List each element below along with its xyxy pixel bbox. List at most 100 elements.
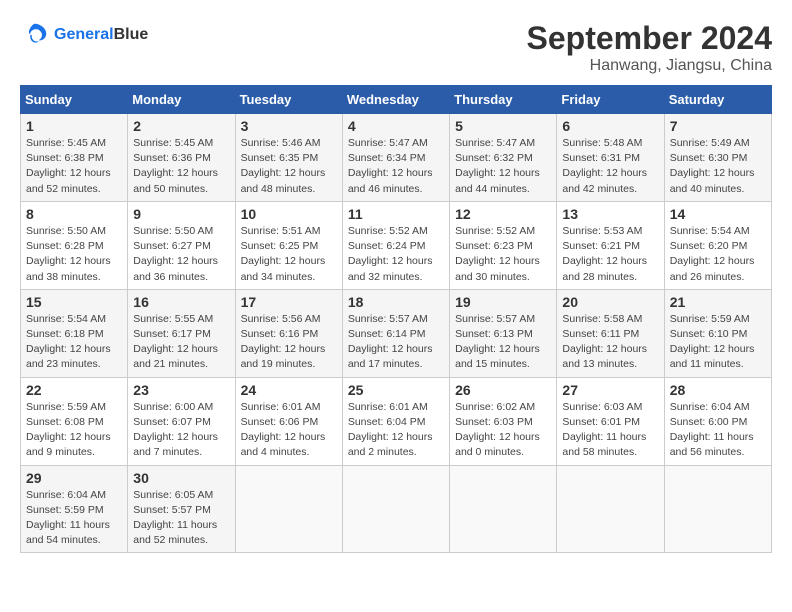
day-info: Sunrise: 5:56 AMSunset: 6:16 PMDaylight:… (241, 312, 337, 373)
day-number: 29 (26, 470, 122, 486)
calendar-cell: 22 Sunrise: 5:59 AMSunset: 6:08 PMDayligh… (21, 377, 128, 465)
calendar-cell: 29Sunrise: 6:04 AMSunset: 5:59 PMDayligh… (21, 465, 128, 553)
day-info: Sunrise: 6:04 AMSunset: 6:00 PMDaylight:… (670, 400, 766, 461)
header-thursday: Thursday (450, 86, 557, 114)
day-number: 30 (133, 470, 229, 486)
day-number: 10 (241, 206, 337, 222)
day-info: Sunrise: 5:54 AMSunset: 6:20 PMDaylight:… (670, 224, 766, 285)
day-number: 6 (562, 118, 658, 134)
day-info: Sunrise: 5:50 AMSunset: 6:28 PMDaylight:… (26, 224, 122, 285)
day-number: 2 (133, 118, 229, 134)
day-info: Sunrise: 5:47 AMSunset: 6:32 PMDaylight:… (455, 136, 551, 197)
day-number: 13 (562, 206, 658, 222)
header-tuesday: Tuesday (235, 86, 342, 114)
day-number: 16 (133, 294, 229, 310)
calendar-cell: 10Sunrise: 5:51 AMSunset: 6:25 PMDayligh… (235, 201, 342, 289)
day-number: 23 (133, 382, 229, 398)
calendar-cell: 4 Sunrise: 5:47 AMSunset: 6:34 PMDaylight… (342, 114, 449, 202)
day-number: 22 (26, 382, 122, 398)
calendar-week-2: 8 Sunrise: 5:50 AMSunset: 6:28 PMDaylight… (21, 201, 772, 289)
day-info: Sunrise: 5:46 AMSunset: 6:35 PMDaylight:… (241, 136, 337, 197)
calendar-cell: 11Sunrise: 5:52 AMSunset: 6:24 PMDayligh… (342, 201, 449, 289)
header-wednesday: Wednesday (342, 86, 449, 114)
title-block: September 2024 Hanwang, Jiangsu, China (527, 20, 772, 75)
calendar-cell (557, 465, 664, 553)
day-info: Sunrise: 5:55 AMSunset: 6:17 PMDaylight:… (133, 312, 229, 373)
day-number: 15 (26, 294, 122, 310)
day-number: 14 (670, 206, 766, 222)
day-number: 9 (133, 206, 229, 222)
day-number: 26 (455, 382, 551, 398)
calendar-cell: 24 Sunrise: 6:01 AMSunset: 6:06 PMDayligh… (235, 377, 342, 465)
calendar-cell: 19 Sunrise: 5:57 AMSunset: 6:13 PMDayligh… (450, 289, 557, 377)
day-number: 27 (562, 382, 658, 398)
day-number: 28 (670, 382, 766, 398)
calendar-cell: 6 Sunrise: 5:48 AMSunset: 6:31 PMDaylight… (557, 114, 664, 202)
calendar-cell: 12 Sunrise: 5:52 AMSunset: 6:23 PMDayligh… (450, 201, 557, 289)
calendar-cell: 9Sunrise: 5:50 AMSunset: 6:27 PMDaylight… (128, 201, 235, 289)
calendar-cell: 21 Sunrise: 5:59 AMSunset: 6:10 PMDayligh… (664, 289, 771, 377)
day-info: Sunrise: 5:49 AMSunset: 6:30 PMDaylight:… (670, 136, 766, 197)
calendar-week-3: 15 Sunrise: 5:54 AMSunset: 6:18 PMDayligh… (21, 289, 772, 377)
logo-icon (20, 20, 50, 50)
day-info: Sunrise: 5:52 AMSunset: 6:24 PMDaylight:… (348, 224, 444, 285)
day-number: 5 (455, 118, 551, 134)
calendar-table: SundayMondayTuesdayWednesdayThursdayFrid… (20, 85, 772, 553)
day-number: 20 (562, 294, 658, 310)
logo: GeneralBlue (20, 20, 148, 50)
day-number: 8 (26, 206, 122, 222)
day-info: Sunrise: 5:48 AMSunset: 6:31 PMDaylight:… (562, 136, 658, 197)
day-number: 19 (455, 294, 551, 310)
day-number: 21 (670, 294, 766, 310)
day-info: Sunrise: 5:45 AMSunset: 6:36 PMDaylight:… (133, 136, 229, 197)
calendar-cell: 26 Sunrise: 6:02 AMSunset: 6:03 PMDayligh… (450, 377, 557, 465)
day-info: Sunrise: 5:59 AMSunset: 6:10 PMDaylight:… (670, 312, 766, 373)
calendar-cell (450, 465, 557, 553)
calendar-cell: 30 Sunrise: 6:05 AMSunset: 5:57 PMDayligh… (128, 465, 235, 553)
day-info: Sunrise: 5:59 AMSunset: 6:08 PMDaylight:… (26, 400, 122, 461)
day-info: Sunrise: 6:02 AMSunset: 6:03 PMDaylight:… (455, 400, 551, 461)
day-number: 17 (241, 294, 337, 310)
header-sunday: Sunday (21, 86, 128, 114)
calendar-week-4: 22 Sunrise: 5:59 AMSunset: 6:08 PMDayligh… (21, 377, 772, 465)
day-info: Sunrise: 5:47 AMSunset: 6:34 PMDaylight:… (348, 136, 444, 197)
calendar-cell: 25Sunrise: 6:01 AMSunset: 6:04 PMDayligh… (342, 377, 449, 465)
day-number: 7 (670, 118, 766, 134)
day-number: 12 (455, 206, 551, 222)
day-info: Sunrise: 5:58 AMSunset: 6:11 PMDaylight:… (562, 312, 658, 373)
calendar-cell (235, 465, 342, 553)
calendar-cell: 16 Sunrise: 5:55 AMSunset: 6:17 PMDayligh… (128, 289, 235, 377)
calendar-cell: 17 Sunrise: 5:56 AMSunset: 6:16 PMDayligh… (235, 289, 342, 377)
page-header: GeneralBlue September 2024 Hanwang, Jian… (20, 20, 772, 75)
month-title: September 2024 (527, 20, 772, 57)
calendar-cell (664, 465, 771, 553)
calendar-cell: 2 Sunrise: 5:45 AMSunset: 6:36 PMDaylight… (128, 114, 235, 202)
calendar-week-1: 1Sunrise: 5:45 AMSunset: 6:38 PMDaylight… (21, 114, 772, 202)
calendar-cell: 14 Sunrise: 5:54 AMSunset: 6:20 PMDayligh… (664, 201, 771, 289)
calendar-cell: 7 Sunrise: 5:49 AMSunset: 6:30 PMDaylight… (664, 114, 771, 202)
header-saturday: Saturday (664, 86, 771, 114)
day-number: 24 (241, 382, 337, 398)
day-number: 4 (348, 118, 444, 134)
day-info: Sunrise: 5:57 AMSunset: 6:14 PMDaylight:… (348, 312, 444, 373)
logo-text: GeneralBlue (54, 25, 148, 44)
calendar-cell: 23 Sunrise: 6:00 AMSunset: 6:07 PMDayligh… (128, 377, 235, 465)
calendar-cell: 15 Sunrise: 5:54 AMSunset: 6:18 PMDayligh… (21, 289, 128, 377)
day-info: Sunrise: 5:57 AMSunset: 6:13 PMDaylight:… (455, 312, 551, 373)
day-number: 3 (241, 118, 337, 134)
day-info: Sunrise: 6:03 AMSunset: 6:01 PMDaylight:… (562, 400, 658, 461)
day-number: 18 (348, 294, 444, 310)
day-info: Sunrise: 6:00 AMSunset: 6:07 PMDaylight:… (133, 400, 229, 461)
day-info: Sunrise: 6:01 AMSunset: 6:06 PMDaylight:… (241, 400, 337, 461)
day-info: Sunrise: 6:05 AMSunset: 5:57 PMDaylight:… (133, 488, 229, 549)
calendar-header-row: SundayMondayTuesdayWednesdayThursdayFrid… (21, 86, 772, 114)
calendar-week-5: 29Sunrise: 6:04 AMSunset: 5:59 PMDayligh… (21, 465, 772, 553)
header-monday: Monday (128, 86, 235, 114)
calendar-cell: 8 Sunrise: 5:50 AMSunset: 6:28 PMDaylight… (21, 201, 128, 289)
calendar-cell: 28 Sunrise: 6:04 AMSunset: 6:00 PMDayligh… (664, 377, 771, 465)
day-info: Sunrise: 5:52 AMSunset: 6:23 PMDaylight:… (455, 224, 551, 285)
day-info: Sunrise: 6:01 AMSunset: 6:04 PMDaylight:… (348, 400, 444, 461)
calendar-cell: 20 Sunrise: 5:58 AMSunset: 6:11 PMDayligh… (557, 289, 664, 377)
day-info: Sunrise: 5:54 AMSunset: 6:18 PMDaylight:… (26, 312, 122, 373)
header-friday: Friday (557, 86, 664, 114)
